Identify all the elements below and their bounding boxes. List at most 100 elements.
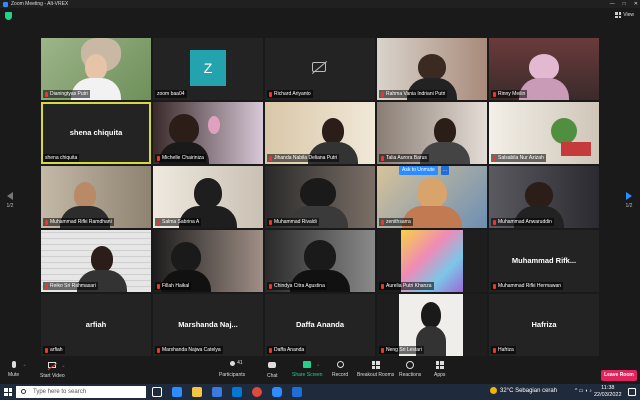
encryption-shield-icon[interactable] xyxy=(5,12,12,20)
participant-count: 41 xyxy=(237,360,243,366)
meeting-toolbar: ^ Mute ^ Start Video 41 Participants Cha… xyxy=(0,358,640,384)
participant-tile[interactable]: Richard Ariyanto xyxy=(265,38,375,100)
view-button[interactable]: View xyxy=(615,12,634,18)
window-titlebar: Zoom Meeting - Alt-VREX — □ ✕ xyxy=(0,0,640,8)
video-off-icon xyxy=(312,62,326,72)
zoom-taskbar-icon[interactable] xyxy=(272,387,282,397)
mic-muted-icon xyxy=(381,347,384,353)
participant-name: Rinny Meilin xyxy=(491,90,528,98)
windows-start-icon[interactable] xyxy=(4,388,12,396)
mic-muted-icon xyxy=(45,91,48,97)
participant-tile[interactable]: Muhammad Rifk... Muhammad Rifki Hermawan xyxy=(489,230,599,292)
mic-muted-icon xyxy=(381,155,384,161)
smiley-icon xyxy=(405,361,415,370)
participant-name: Muhammad Anwaruddin xyxy=(491,218,554,226)
taskbar-search-input[interactable]: Type here to search xyxy=(16,386,146,398)
participant-tile[interactable]: Fillah Haikal xyxy=(153,230,263,292)
system-tray-icons[interactable]: ^ ▭ ◖ ♪ xyxy=(575,388,592,394)
record-icon xyxy=(335,361,345,370)
participant-tile[interactable]: Jihanda Nabila Deliana Putri xyxy=(265,102,375,164)
participant-name: arfiah xyxy=(43,346,65,354)
tile-more-button[interactable]: ... xyxy=(441,166,449,175)
participant-tile[interactable]: Rinny Meilin xyxy=(489,38,599,100)
meeting-topbar: View xyxy=(0,8,640,24)
task-view-icon[interactable] xyxy=(152,387,162,397)
participant-tile[interactable]: Z zoom baa04 xyxy=(153,38,263,100)
participant-display-name: arfiah xyxy=(85,320,107,329)
chevron-left-icon xyxy=(7,192,13,200)
participant-tile[interactable]: Salma Sabrina A xyxy=(153,166,263,228)
previous-page-button[interactable]: 1/2 xyxy=(3,192,17,209)
participant-name: zenithsarra xyxy=(379,218,413,226)
participant-name: Aurelia Putri Khanza xyxy=(379,282,434,290)
gallery-grid: Dianingtyas Putri Z zoom baa04 Richard A… xyxy=(41,38,599,356)
mic-muted-icon xyxy=(269,283,272,289)
breakout-rooms-button[interactable]: Breakout Rooms xyxy=(357,361,394,378)
start-video-button[interactable]: ^ Start Video xyxy=(40,361,65,379)
participant-tile[interactable]: Marshanda Naj... Marshanda Najwa Catelya xyxy=(153,294,263,356)
participant-tile[interactable]: Neng Sri Lestari xyxy=(377,294,487,356)
participant-tile[interactable]: Rahma Vania Indriani Putri xyxy=(377,38,487,100)
zoom-app-icon xyxy=(3,1,8,7)
record-button[interactable]: Record xyxy=(332,361,348,378)
gallery-view-icon xyxy=(615,12,622,18)
weather-widget[interactable]: 32°C Sebagian cerah xyxy=(490,387,557,394)
edge-browser-icon[interactable] xyxy=(172,387,182,397)
participant-tile[interactable]: Hafriza Hafriza xyxy=(489,294,599,356)
participant-name: Neng Sri Lestari xyxy=(379,346,424,354)
mute-button[interactable]: ^ Mute xyxy=(8,361,26,378)
participant-name: shena chiquita xyxy=(43,154,80,162)
participant-tile[interactable]: Talia Aurora Barus xyxy=(377,102,487,164)
participant-tile[interactable]: arfiah arfiah xyxy=(41,294,151,356)
mic-muted-icon xyxy=(157,219,160,225)
leave-room-button[interactable]: Leave Room xyxy=(601,370,637,381)
participant-tile[interactable]: Daffa Ananda Daffa Ananda xyxy=(265,294,375,356)
participant-tile[interactable]: Chindya Citra Agustina xyxy=(265,230,375,292)
mic-muted-icon xyxy=(45,219,48,225)
participant-tile[interactable]: Muhammad Rivaldi xyxy=(265,166,375,228)
mic-muted-icon xyxy=(269,219,272,225)
close-button[interactable]: ✕ xyxy=(634,0,638,8)
participant-tile[interactable]: Salsabila Nur Azizah xyxy=(489,102,599,164)
mic-muted-icon xyxy=(269,91,272,97)
mic-muted-icon xyxy=(493,155,496,161)
mic-muted-icon xyxy=(45,283,48,289)
taskbar-clock[interactable]: 11:38 22/03/2022 xyxy=(594,385,622,399)
share-screen-button[interactable]: ^ Share Screen xyxy=(292,361,323,378)
chrome-icon[interactable] xyxy=(252,387,262,397)
store-icon[interactable] xyxy=(232,387,242,397)
participant-tile[interactable]: Muhammad Rifki Ramdhani xyxy=(41,166,151,228)
notification-center-icon[interactable] xyxy=(628,388,636,396)
minimize-button[interactable]: — xyxy=(610,0,615,8)
participant-tile[interactable]: Reiko Sri Rahmasari xyxy=(41,230,151,292)
maximize-button[interactable]: □ xyxy=(623,0,626,8)
word-icon[interactable] xyxy=(292,387,302,397)
participant-name: Daffa Ananda xyxy=(267,346,307,354)
clock-time: 11:38 xyxy=(601,385,615,391)
ask-to-unmute-button[interactable]: Ask to Unmute xyxy=(399,166,438,175)
next-page-button[interactable]: 1/2 xyxy=(622,192,636,209)
reactions-button[interactable]: Reactions xyxy=(399,361,421,378)
participant-name: Fillah Haikal xyxy=(155,282,192,290)
mail-icon[interactable] xyxy=(212,387,222,397)
windows-taskbar: Type here to search 32°C Sebagian cerah … xyxy=(0,384,640,400)
participant-name: Muhammad Rifki Ramdhani xyxy=(43,218,114,226)
chat-button[interactable]: Chat xyxy=(267,361,278,379)
participant-display-name: shena chiquita xyxy=(69,128,123,137)
participant-tile[interactable]: zenithsarra xyxy=(377,166,487,228)
participant-tile-active-speaker[interactable]: shena chiquita shena chiquita xyxy=(41,102,151,164)
mic-muted-icon xyxy=(381,283,384,289)
participant-tile[interactable]: Dianingtyas Putri xyxy=(41,38,151,100)
participant-tile[interactable]: Michelle Chairiniza xyxy=(153,102,263,164)
participant-name: Marshanda Najwa Catelya xyxy=(155,346,223,354)
participant-tile[interactable]: Muhammad Anwaruddin xyxy=(489,166,599,228)
avatar: Z xyxy=(190,50,226,86)
partly-sunny-icon xyxy=(490,387,497,394)
apps-button[interactable]: Apps xyxy=(434,361,445,378)
mic-muted-icon xyxy=(157,347,160,353)
participant-name: Talia Aurora Barus xyxy=(379,154,429,162)
participants-button[interactable]: 41 Participants xyxy=(219,360,245,378)
participant-tile[interactable]: Aurelia Putri Khanza xyxy=(377,230,487,292)
file-explorer-icon[interactable] xyxy=(192,387,202,397)
microphone-icon: ^ xyxy=(9,361,26,370)
